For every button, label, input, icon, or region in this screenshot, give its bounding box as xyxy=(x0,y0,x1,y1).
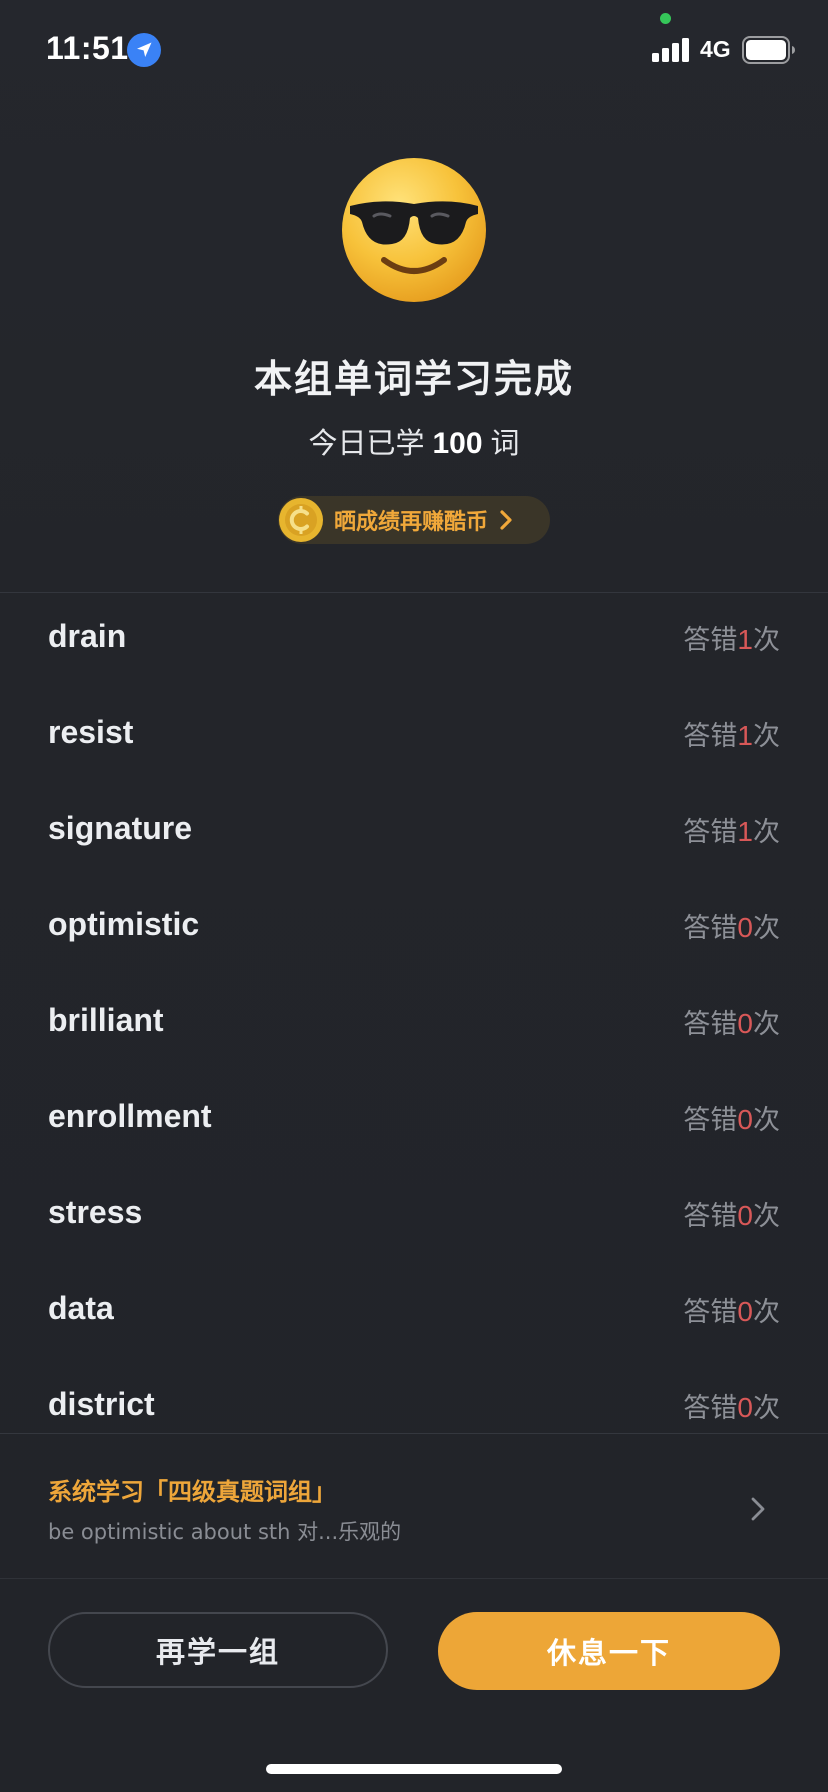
wrong-count-info: 答错0次 xyxy=(683,912,780,944)
signal-bars-icon xyxy=(652,38,689,62)
location-arrow-icon xyxy=(127,33,161,67)
take-a-break-button[interactable]: 休息一下 xyxy=(438,1612,780,1690)
home-indicator[interactable] xyxy=(266,1764,562,1774)
wrong-count-info: 答错1次 xyxy=(683,816,780,848)
word-session-complete-screen: 11:51 4G 本组单词学习完成 今日已学 100 词 晒成绩再赚酷币 dra… xyxy=(0,0,828,1792)
today-count: 100 xyxy=(432,427,483,460)
today-learned-line: 今日已学 100 词 xyxy=(0,420,828,462)
status-time: 11:51 xyxy=(46,30,129,66)
word-row[interactable]: signature 答错1次 xyxy=(0,786,828,882)
word-text: brilliant xyxy=(48,1002,164,1038)
wrong-count: 0 xyxy=(737,1104,753,1135)
wrong-count: 0 xyxy=(737,1392,753,1423)
word-text: drain xyxy=(48,618,127,654)
wrong-count-info: 答错0次 xyxy=(683,1104,780,1136)
wrong-count: 0 xyxy=(737,1200,753,1231)
today-prefix: 今日已学 xyxy=(308,426,425,460)
wrong-count: 1 xyxy=(737,624,753,655)
chevron-right-icon xyxy=(751,1497,765,1521)
word-text: signature xyxy=(48,810,193,846)
wrong-count-info: 答错0次 xyxy=(683,1200,780,1232)
system-study-title: 系统学习「四级真题词组」 xyxy=(48,1478,336,1506)
wrong-count-info: 答错0次 xyxy=(683,1296,780,1328)
word-row[interactable]: optimistic 答错0次 xyxy=(0,882,828,978)
coin-icon xyxy=(279,498,323,542)
wrong-count: 1 xyxy=(737,720,753,751)
word-row[interactable]: drain 答错1次 xyxy=(0,594,828,690)
divider xyxy=(0,1578,828,1579)
word-row[interactable]: resist 答错1次 xyxy=(0,690,828,786)
word-text: enrollment xyxy=(48,1098,212,1134)
word-text: district xyxy=(48,1386,155,1422)
wrong-count: 1 xyxy=(737,816,753,847)
word-row[interactable]: stress 答错0次 xyxy=(0,1170,828,1266)
word-text: data xyxy=(48,1290,114,1326)
wrong-count: 0 xyxy=(737,912,753,943)
status-bar: 11:51 4G xyxy=(0,0,828,96)
today-suffix: 词 xyxy=(490,426,520,460)
system-study-subtitle: be optimistic about sth 对...乐观的 xyxy=(48,1520,402,1544)
study-another-group-button[interactable]: 再学一组 xyxy=(48,1612,388,1688)
sunglasses-face-icon xyxy=(342,158,486,302)
network-type: 4G xyxy=(700,36,731,62)
word-list[interactable]: drain 答错1次 resist 答错1次 signature 答错1次 op… xyxy=(0,594,828,1432)
word-text: optimistic xyxy=(48,906,200,942)
completion-title: 本组单词学习完成 xyxy=(253,357,574,401)
word-text: resist xyxy=(48,714,134,750)
battery-icon xyxy=(742,36,795,64)
wrong-count-info: 答错0次 xyxy=(683,1392,780,1424)
word-text: stress xyxy=(48,1194,143,1230)
word-row[interactable]: enrollment 答错0次 xyxy=(0,1074,828,1170)
word-row[interactable]: brilliant 答错0次 xyxy=(0,978,828,1074)
divider xyxy=(0,592,828,593)
wrong-count-info: 答错1次 xyxy=(683,720,780,752)
share-label: 晒成绩再赚酷币 xyxy=(334,510,489,535)
wrong-count-info: 答错0次 xyxy=(683,1008,780,1040)
word-row[interactable]: data 答错0次 xyxy=(0,1266,828,1362)
word-row[interactable]: district 答错0次 xyxy=(0,1362,828,1432)
wrong-count-info: 答错1次 xyxy=(683,624,780,656)
wrong-count: 0 xyxy=(737,1296,753,1327)
chevron-right-icon xyxy=(500,510,512,530)
share-earn-coins-button[interactable]: 晒成绩再赚酷币 xyxy=(278,496,550,544)
privacy-indicator-dot xyxy=(660,13,671,24)
system-study-link[interactable]: 系统学习「四级真题词组」 be optimistic about sth 对..… xyxy=(0,1434,828,1578)
wrong-count: 0 xyxy=(737,1008,753,1039)
